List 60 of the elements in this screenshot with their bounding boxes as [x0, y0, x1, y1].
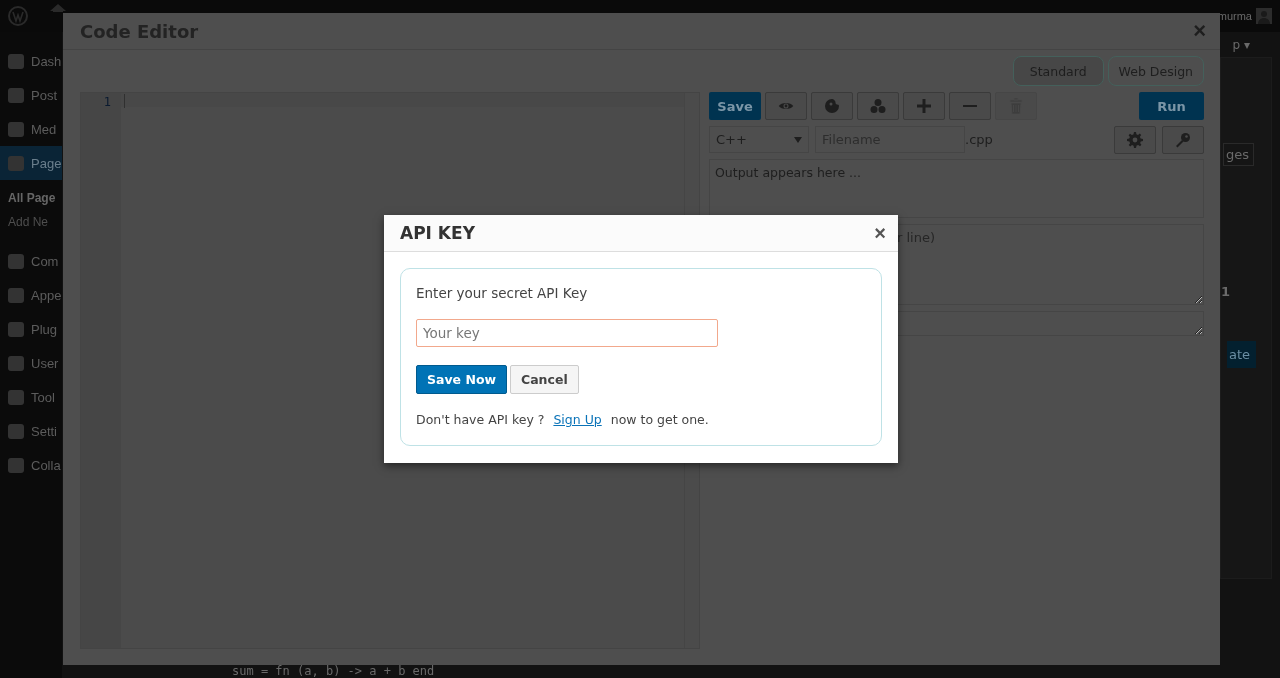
plus-icon — [916, 98, 932, 114]
remove-button[interactable] — [949, 92, 991, 120]
code-line: sum = fn (a, b) -> a + b end — [232, 664, 435, 678]
screen-options-tab[interactable]: p ▾ — [1232, 38, 1250, 52]
avatar-icon[interactable] — [1256, 8, 1272, 24]
update-button[interactable]: ate — [1226, 341, 1256, 368]
line-number: 1 — [102, 94, 112, 109]
menu-icon — [8, 355, 24, 371]
footer-text: now to get one. — [610, 412, 709, 427]
sidebar-item[interactable]: Post — [0, 78, 62, 112]
close-button[interactable]: × — [1191, 20, 1208, 42]
close-button[interactable]: × — [872, 223, 888, 243]
sidebar-item[interactable]: Appe — [0, 278, 62, 312]
save-button[interactable]: Save — [709, 92, 761, 120]
sidebar-item[interactable]: Med — [0, 112, 62, 146]
sidebar-item[interactable]: Tool — [0, 380, 62, 414]
menu-icon — [8, 155, 24, 171]
sidebar-item[interactable]: Colla — [0, 448, 62, 482]
sidebar-item[interactable]: User — [0, 346, 62, 380]
menu-icon — [8, 423, 24, 439]
submenu-item[interactable]: All Page — [0, 186, 62, 210]
user-name[interactable]: murma — [1217, 10, 1252, 22]
sidebar-item[interactable]: Setti — [0, 414, 62, 448]
run-button[interactable]: Run — [1139, 92, 1204, 120]
home-icon[interactable] — [48, 3, 68, 12]
settings-button[interactable] — [1114, 125, 1156, 154]
menu-icon — [8, 389, 24, 405]
submenu-item[interactable]: Add Ne — [0, 210, 62, 234]
preview-button[interactable] — [765, 92, 807, 120]
sidebar-item[interactable]: Page — [0, 146, 62, 180]
wordpress-logo-icon[interactable] — [8, 6, 28, 26]
add-button[interactable] — [903, 92, 945, 120]
menu-icon — [8, 457, 24, 473]
menu-icon — [8, 287, 24, 303]
sidebar-item[interactable]: Plug — [0, 312, 62, 346]
key-icon — [1175, 131, 1191, 148]
theme-button[interactable] — [811, 92, 853, 120]
api-key-button[interactable] — [1162, 125, 1204, 154]
footer-text: Don't have API key ? — [416, 412, 545, 427]
share-button[interactable] — [857, 92, 899, 120]
menu-icon — [8, 87, 24, 103]
count-text: 1 — [1220, 284, 1230, 299]
sidebar-item[interactable]: Dash — [0, 44, 62, 78]
dialog-title: API KEY — [400, 223, 475, 243]
palette-icon — [824, 98, 840, 114]
menu-icon — [8, 321, 24, 337]
panel-button[interactable]: ges — [1222, 143, 1254, 166]
cancel-button[interactable]: Cancel — [510, 365, 579, 394]
menu-icon — [8, 253, 24, 269]
minus-icon — [963, 104, 977, 108]
caret-icon — [794, 136, 802, 143]
circles-icon — [870, 98, 886, 114]
gear-icon — [1127, 131, 1143, 148]
prompt-text: Enter your secret API Key — [416, 285, 588, 301]
menu-icon — [8, 121, 24, 137]
save-now-button[interactable]: Save Now — [416, 365, 507, 394]
api-key-field[interactable]: Your key — [416, 319, 718, 347]
menu-icon — [8, 53, 24, 69]
sign-up-link[interactable]: Sign Up — [553, 412, 602, 427]
sidebar-item[interactable]: Com — [0, 244, 62, 278]
